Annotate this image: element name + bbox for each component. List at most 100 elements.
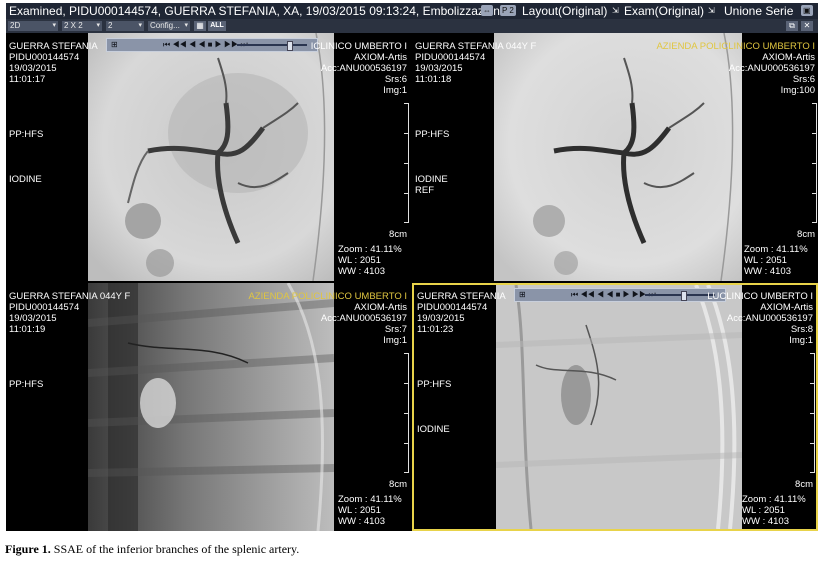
scale-label: 8cm — [795, 479, 813, 490]
patient-id: PIDU000144574 — [9, 52, 80, 63]
series-number: Srs:6 — [384, 74, 407, 85]
scale-label: 8cm — [389, 479, 407, 490]
player-grip-icon[interactable]: ⊞ — [519, 289, 526, 301]
angiography-image — [88, 33, 334, 281]
device: AXIOM-Artis — [760, 302, 813, 313]
all-button[interactable]: ALL — [208, 21, 226, 31]
series-number: Srs:8 — [790, 324, 813, 335]
frame-slider[interactable] — [645, 294, 715, 296]
institution: ICLINICO UMBERTO I — [310, 41, 407, 52]
zoom-level: Zoom : 41.11% — [338, 244, 402, 255]
mode-select[interactable]: 2D — [8, 21, 58, 31]
viewport-4-active[interactable]: ⏮ ◀◀ ◀ ◀ ■ ▶ ▶▶ ⏭ ⊞ GUERRA STEFANIA PIDU… — [412, 283, 818, 531]
cine-player-control[interactable]: ⏮ ◀◀ ◀ ◀ ■ ▶ ▶▶ ⏭ ⊞ — [106, 38, 318, 52]
viewport-3[interactable]: GUERRA STEFANIA 044Y F PIDU000144574 19/… — [6, 283, 410, 531]
toolbar: 2D 2 X 2 2 Config... ▦ ALL ⧉ ✕ — [6, 19, 818, 33]
accession: Acc:ANU000536197 — [726, 313, 813, 324]
image-number: Img:1 — [383, 85, 407, 96]
page-badge[interactable]: P 2 — [500, 5, 516, 16]
patient-position: PP:HFS — [417, 379, 452, 390]
window-level: WL : 2051 — [744, 255, 787, 266]
contrast-agent: IODINE — [415, 174, 448, 185]
image-number: Img:100 — [780, 85, 815, 96]
grid-icon[interactable]: ▦ — [194, 21, 206, 31]
patient-id: PIDU000144574 — [417, 302, 488, 313]
figure-caption-text: SSAE of the inferior branches of the spl… — [50, 542, 300, 556]
exam-menu-arrow-icon[interactable]: ⇲ — [708, 3, 715, 19]
window-title: Examined, PIDU000144574, GUERRA STEFANIA… — [9, 4, 500, 18]
study-time: 11:01:17 — [9, 74, 46, 85]
zoom-level: Zoom : 41.11% — [742, 494, 806, 505]
player-grip-icon[interactable]: ⊞ — [111, 39, 118, 51]
series-menu[interactable]: Unione Serie — [724, 3, 793, 19]
study-time: 11:01:19 — [9, 324, 46, 335]
frame-slider-knob[interactable] — [287, 41, 293, 51]
exam-menu[interactable]: Exam(Original) — [624, 3, 704, 19]
institution: LUCLINICO UMBERTO I — [707, 291, 813, 302]
contrast-agent: IODINE — [417, 424, 450, 435]
device: AXIOM-Artis — [354, 52, 407, 63]
patient-position: PP:HFS — [9, 379, 44, 390]
patient-id: PIDU000144574 — [9, 302, 80, 313]
patient-id: PIDU000144574 — [415, 52, 486, 63]
patient-name: GUERRA STEFANIA 044Y F — [9, 291, 131, 302]
window-width: WW : 4103 — [338, 516, 385, 527]
accession: Acc:ANU000536197 — [320, 313, 407, 324]
study-date: 19/03/2015 — [9, 63, 57, 74]
window-level: WL : 2051 — [742, 505, 785, 516]
zoom-level: Zoom : 41.11% — [338, 494, 402, 505]
series-number: Srs:6 — [792, 74, 815, 85]
scale-label: 8cm — [389, 229, 407, 240]
copy-icon[interactable]: ⧉ — [786, 21, 798, 31]
window-width: WW : 4103 — [338, 266, 385, 277]
fluoroscopy-image — [88, 283, 334, 531]
frame-slider[interactable] — [237, 44, 307, 46]
viewport-2[interactable]: GUERRA STEFANIA 044Y F PIDU000144574 19/… — [412, 33, 818, 281]
cine-player-control[interactable]: ⏮ ◀◀ ◀ ◀ ■ ▶ ▶▶ ⏭ ⊞ — [514, 288, 726, 302]
figure-label: Figure 1. — [5, 542, 51, 556]
study-date: 19/03/2015 — [415, 63, 463, 74]
device: AXIOM-Artis — [354, 302, 407, 313]
patient-name: GUERRA STEFANIA 044Y F — [415, 41, 537, 52]
window-width: WW : 4103 — [744, 266, 791, 277]
reference-label: REF — [415, 185, 434, 196]
subtraction-image — [496, 285, 742, 529]
series-number: Srs:7 — [384, 324, 407, 335]
image-number: Img:1 — [383, 335, 407, 346]
link-icon[interactable]: ⇔ — [481, 5, 493, 16]
zoom-level: Zoom : 41.11% — [744, 244, 808, 255]
patient-position: PP:HFS — [9, 129, 44, 140]
grid-select[interactable]: 2 X 2 — [62, 21, 102, 31]
dicom-viewer-window: Examined, PIDU000144574, GUERRA STEFANIA… — [6, 3, 818, 531]
patient-name: GUERRA STEFANIA — [9, 41, 98, 52]
window-level: WL : 2051 — [338, 505, 381, 516]
patient-name: GUERRA STEFANIA — [417, 291, 506, 302]
window-level: WL : 2051 — [338, 255, 381, 266]
window-control-icon[interactable]: ▣ — [801, 5, 813, 16]
close-icon[interactable]: ✕ — [801, 21, 813, 31]
frame-slider-knob[interactable] — [681, 291, 687, 301]
study-date: 19/03/2015 — [9, 313, 57, 324]
device: AXIOM-Artis — [762, 52, 815, 63]
patient-position: PP:HFS — [415, 129, 450, 140]
viewport-1[interactable]: ⏮ ◀◀ ◀ ◀ ■ ▶ ▶▶ ⏭ ⊞ GUERRA STEFANIA PIDU… — [6, 33, 410, 281]
scale-label: 8cm — [797, 229, 815, 240]
image-number: Img:1 — [789, 335, 813, 346]
scale-bar — [402, 353, 409, 473]
playback-buttons[interactable]: ⏮ ◀◀ ◀ ◀ ■ ▶ ▶▶ ⏭ — [163, 39, 248, 51]
count-select[interactable]: 2 — [106, 21, 144, 31]
layout-menu[interactable]: Layout(Original) — [522, 3, 607, 19]
playback-buttons[interactable]: ⏮ ◀◀ ◀ ◀ ■ ▶ ▶▶ ⏭ — [571, 289, 656, 301]
config-select[interactable]: Config... — [148, 21, 190, 31]
study-date: 19/03/2015 — [417, 313, 465, 324]
window-width: WW : 4103 — [742, 516, 789, 527]
scale-bar — [810, 103, 817, 223]
scale-bar — [402, 103, 409, 223]
contrast-agent: IODINE — [9, 174, 42, 185]
layout-menu-arrow-icon[interactable]: ⇲ — [612, 3, 619, 19]
institution: AZIENDA POLICLINICO UMBERTO I — [656, 41, 815, 52]
figure-caption: Figure 1. SSAE of the inferior branches … — [5, 542, 299, 557]
accession: Acc:ANU000536197 — [320, 63, 407, 74]
angiography-image — [494, 33, 742, 281]
institution: AZIENDA POLICLINICO UMBERTO I — [248, 291, 407, 302]
